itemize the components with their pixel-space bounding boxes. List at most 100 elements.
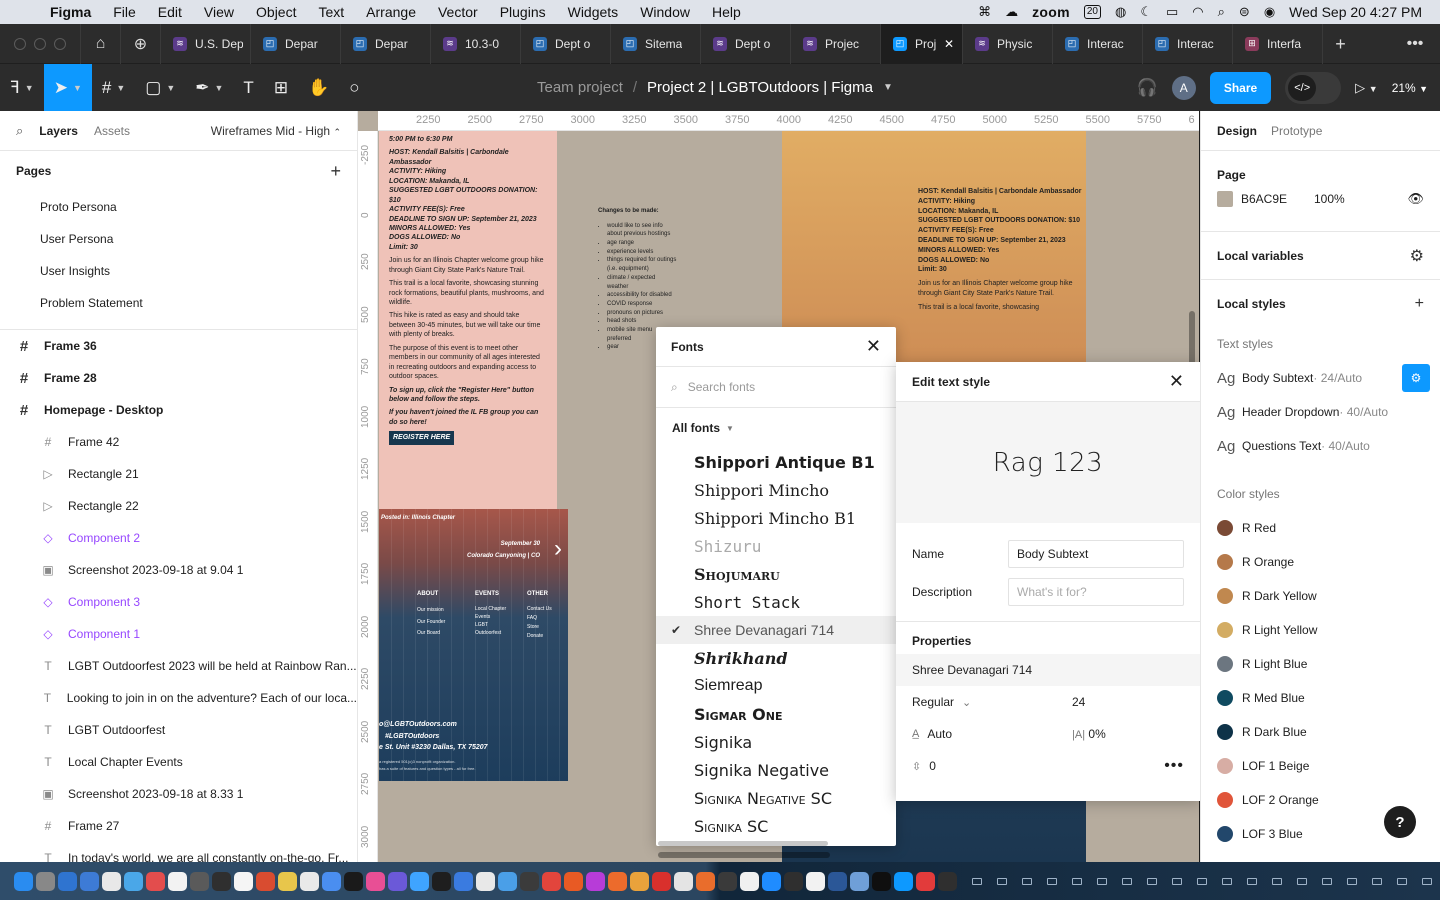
dock-app-icon[interactable] bbox=[58, 871, 77, 891]
dock-app-icon[interactable] bbox=[146, 871, 165, 891]
font-search[interactable]: ⌕ Search fonts bbox=[656, 367, 896, 408]
new-tab-button[interactable]: + bbox=[1322, 23, 1358, 64]
file-title[interactable]: Project 2 | LGBTOutdoors | Figma bbox=[647, 79, 873, 96]
menu-view[interactable]: View bbox=[193, 4, 245, 20]
dock-app-icon[interactable] bbox=[278, 871, 297, 891]
menu-edit[interactable]: Edit bbox=[147, 4, 193, 20]
menu-plugins[interactable]: Plugins bbox=[489, 4, 557, 20]
tab-layers[interactable]: Layers bbox=[39, 124, 78, 138]
dock-app-icon[interactable] bbox=[696, 871, 715, 891]
dock-app-icon[interactable] bbox=[872, 871, 891, 891]
dock-minimized-window-icon[interactable] bbox=[1322, 877, 1332, 885]
dock-minimized-window-icon[interactable] bbox=[1072, 877, 1082, 885]
color-style-r-med-blue[interactable]: R Med Blue bbox=[1201, 681, 1440, 715]
dock-minimized-window-icon[interactable] bbox=[972, 877, 982, 885]
layer-row[interactable]: # Frame 28 bbox=[0, 362, 357, 394]
dock-app-icon[interactable] bbox=[784, 871, 803, 891]
font-search-input[interactable]: Search fonts bbox=[688, 380, 755, 394]
moon-icon[interactable]: ☾ bbox=[1140, 4, 1152, 20]
layer-row[interactable]: T Local Chapter Events bbox=[0, 746, 357, 778]
font-option-shrikhand[interactable]: Shrikhand bbox=[656, 644, 896, 672]
menu-file[interactable]: File bbox=[102, 4, 147, 20]
dock-app-icon[interactable] bbox=[586, 871, 605, 891]
file-tab[interactable]: ≋ U.S. Dep bbox=[160, 23, 250, 64]
calendar-icon[interactable]: 20 bbox=[1083, 5, 1101, 19]
dock-app-icon[interactable] bbox=[80, 871, 99, 891]
font-family-selector[interactable]: Shree Devanagari 714 bbox=[896, 654, 1200, 686]
dock-app-icon[interactable] bbox=[828, 871, 847, 891]
dock-app-icon[interactable] bbox=[344, 871, 363, 891]
dock-app-icon[interactable] bbox=[806, 871, 825, 891]
control-center-icon[interactable]: ⊜ bbox=[1239, 4, 1250, 20]
page-item-proto-persona[interactable]: Proto Persona bbox=[0, 191, 357, 223]
close-tab-icon[interactable]: ✕ bbox=[944, 37, 962, 51]
frame-tool[interactable]: # ▼ bbox=[92, 64, 135, 111]
dock-minimized-window-icon[interactable] bbox=[1222, 877, 1232, 885]
comment-tool[interactable]: ○ bbox=[339, 64, 369, 111]
clock[interactable]: Wed Sep 20 4:27 PM bbox=[1289, 4, 1422, 20]
file-tab[interactable]: ◰ Interac bbox=[1052, 23, 1142, 64]
dock-app-icon[interactable] bbox=[564, 871, 583, 891]
font-option-signika[interactable]: Signika bbox=[656, 728, 896, 756]
close-window-button[interactable] bbox=[14, 37, 26, 50]
zoom-level-dropdown[interactable]: 21% ▼ bbox=[1392, 81, 1428, 95]
dock-minimized-window-icon[interactable] bbox=[1372, 877, 1382, 885]
font-list-scrollbar[interactable] bbox=[658, 841, 828, 846]
text-style-questions-text[interactable]: Ag Questions Text · 40/Auto bbox=[1201, 429, 1440, 463]
dock-app-icon[interactable] bbox=[652, 871, 671, 891]
dock-app-icon[interactable] bbox=[234, 871, 253, 891]
color-style-r-light-blue[interactable]: R Light Blue bbox=[1201, 647, 1440, 681]
search-icon[interactable]: ⌕ bbox=[1218, 4, 1225, 20]
dock-app-icon[interactable] bbox=[608, 871, 627, 891]
close-icon[interactable]: ✕ bbox=[866, 336, 881, 357]
font-option-sigmar-one[interactable]: Sigmar One bbox=[656, 700, 896, 728]
font-option-short-stack[interactable]: Short Stack bbox=[656, 588, 896, 616]
layer-row[interactable]: T In today's world, we are all constantly… bbox=[0, 842, 357, 862]
chevron-right-icon[interactable]: › bbox=[554, 535, 562, 563]
dock-app-icon[interactable] bbox=[14, 871, 33, 891]
font-option-shippori-mincho-b1[interactable]: Shippori Mincho B1 bbox=[656, 504, 896, 532]
dock-minimized-window-icon[interactable] bbox=[1122, 877, 1132, 885]
dock-app-icon[interactable] bbox=[498, 871, 517, 891]
menu-object[interactable]: Object bbox=[245, 4, 307, 20]
font-option-shippori-mincho[interactable]: Shippori Mincho bbox=[656, 476, 896, 504]
page-selector[interactable]: Wireframes Mid - High ⌃ bbox=[211, 124, 341, 138]
color-style-lof-1-beige[interactable]: LOF 1 Beige bbox=[1201, 749, 1440, 783]
main-menu-button[interactable]: ꟻ ▼ bbox=[0, 64, 44, 111]
battery-icon[interactable]: ▭ bbox=[1166, 4, 1178, 20]
layer-row[interactable]: # Frame 36 bbox=[0, 330, 357, 362]
page-color-swatch[interactable] bbox=[1217, 191, 1233, 207]
letter-spacing-input[interactable]: |A| 0% bbox=[1072, 727, 1106, 741]
dock-app-icon[interactable] bbox=[300, 871, 319, 891]
font-filter-dropdown[interactable]: All fonts ▼ bbox=[656, 408, 896, 448]
figma-status-icon[interactable]: ⌘ bbox=[978, 4, 991, 20]
menu-widgets[interactable]: Widgets bbox=[557, 4, 630, 20]
dock-app-icon[interactable] bbox=[542, 871, 561, 891]
community-globe-icon[interactable]: ⊕ bbox=[120, 23, 160, 64]
breadcrumb-team[interactable]: Team project bbox=[537, 79, 623, 96]
file-tab[interactable]: ◰ Interac bbox=[1142, 23, 1232, 64]
event-detail-frame[interactable]: 5:00 PM to 6:30 PM HOST: Kendall Balsiti… bbox=[379, 131, 557, 509]
globe-icon[interactable]: ◍ bbox=[1115, 4, 1126, 20]
move-tool[interactable]: ➤ ▼ bbox=[43, 64, 92, 111]
layer-row[interactable]: T Looking to join in on the adventure? Ea… bbox=[0, 682, 357, 714]
layer-row[interactable]: # Frame 27 bbox=[0, 810, 357, 842]
layer-row[interactable]: # Homepage - Desktop bbox=[0, 394, 357, 426]
present-button[interactable]: ▷ ▼ bbox=[1355, 80, 1378, 96]
layer-row[interactable]: ◇ Component 2 bbox=[0, 522, 357, 554]
menu-arrange[interactable]: Arrange bbox=[355, 4, 427, 20]
font-weight-dropdown[interactable]: Regular ⌄ bbox=[912, 695, 1072, 709]
close-icon[interactable]: ✕ bbox=[1169, 371, 1184, 392]
layer-row[interactable]: T LGBT Outdoorfest bbox=[0, 714, 357, 746]
dock-app-icon[interactable] bbox=[322, 871, 341, 891]
dock-minimized-window-icon[interactable] bbox=[1297, 877, 1307, 885]
dock-app-icon[interactable] bbox=[36, 871, 55, 891]
zoom-status[interactable]: zoom bbox=[1032, 4, 1070, 20]
tab-design[interactable]: Design bbox=[1217, 124, 1257, 138]
color-style-r-dark-yellow[interactable]: R Dark Yellow bbox=[1201, 579, 1440, 613]
color-style-r-dark-blue[interactable]: R Dark Blue bbox=[1201, 715, 1440, 749]
dock-app-icon[interactable] bbox=[102, 871, 121, 891]
page-item-user-persona[interactable]: User Persona bbox=[0, 223, 357, 255]
layer-row[interactable]: # Frame 42 bbox=[0, 426, 357, 458]
dock-minimized-window-icon[interactable] bbox=[1247, 877, 1257, 885]
